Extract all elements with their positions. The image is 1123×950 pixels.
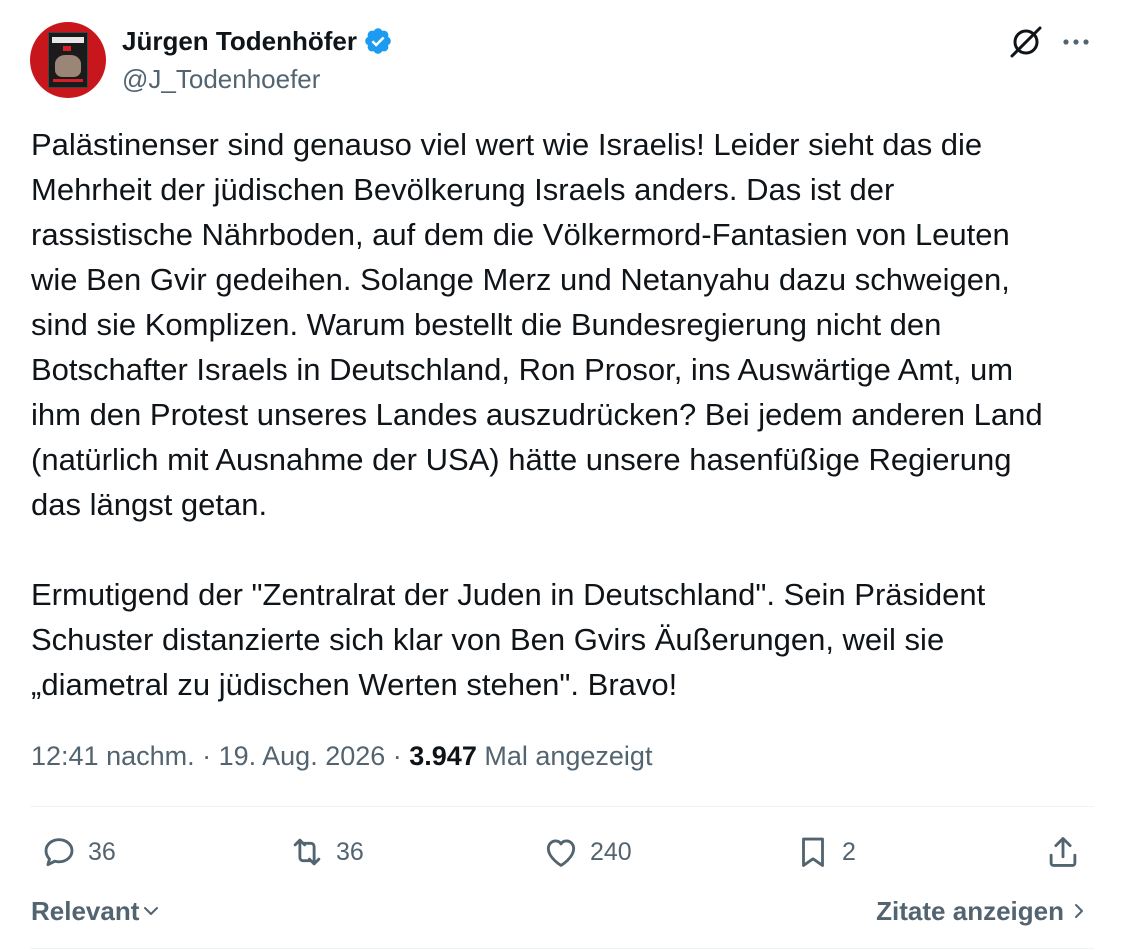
- meta-separator: ·: [385, 741, 410, 771]
- reply-button[interactable]: 36: [40, 832, 116, 872]
- verified-badge-icon[interactable]: [363, 26, 393, 56]
- bookmark-count: 2: [842, 838, 856, 866]
- views-label[interactable]: Mal angezeigt: [477, 741, 652, 771]
- divider: [30, 948, 1094, 949]
- bookmark-button[interactable]: 2: [794, 832, 856, 872]
- share-button[interactable]: [1044, 832, 1082, 872]
- author-handle[interactable]: @J_Todenhoefer: [122, 62, 320, 96]
- chevron-down-icon: [144, 907, 159, 915]
- author-display-name[interactable]: Jürgen Todenhöfer: [122, 24, 357, 58]
- repost-count: 36: [336, 838, 364, 866]
- reply-icon: [44, 838, 74, 867]
- repost-button[interactable]: 36: [288, 832, 364, 872]
- avatar[interactable]: [30, 22, 106, 98]
- chevron-right-icon: [1075, 904, 1083, 918]
- tweet-time[interactable]: 12:41 nachm.: [31, 741, 195, 771]
- avatar-book-cover: [48, 32, 88, 88]
- reply-count: 36: [88, 838, 116, 866]
- more-icon[interactable]: [1058, 24, 1094, 60]
- tweet-date[interactable]: 19. Aug. 2026: [219, 741, 386, 771]
- author-name-row: Jürgen Todenhöfer: [122, 24, 393, 58]
- sort-replies-dropdown[interactable]: Relevant: [31, 893, 161, 929]
- sort-label: Relevant: [31, 896, 140, 926]
- divider: [30, 806, 1094, 807]
- tweet-text: Palästinenser sind genauso viel wert wie…: [31, 122, 1101, 707]
- quotes-label: Zitate anzeigen: [876, 896, 1064, 926]
- like-button[interactable]: 240: [542, 832, 632, 872]
- like-count: 240: [590, 838, 632, 866]
- meta-separator: ·: [194, 741, 219, 771]
- view-quotes-link[interactable]: Zitate anzeigen: [876, 893, 1088, 929]
- share-icon: [1049, 837, 1077, 867]
- bookmark-icon: [802, 837, 824, 867]
- views-count[interactable]: 3.947: [409, 741, 477, 771]
- tweet-paragraph-2: Ermutigend der "Zentralrat der Juden in …: [31, 577, 986, 702]
- grok-icon[interactable]: [1008, 24, 1044, 60]
- heart-icon: [546, 839, 576, 867]
- repost-icon: [293, 838, 321, 866]
- tweet-paragraph-1: Palästinenser sind genauso viel wert wie…: [31, 127, 1043, 522]
- tweet-detail: Jürgen Todenhöfer @J_Todenhoefer Palästi…: [0, 0, 1123, 950]
- tweet-meta: 12:41 nachm. · 19. Aug. 2026 · 3.947 Mal…: [31, 736, 652, 776]
